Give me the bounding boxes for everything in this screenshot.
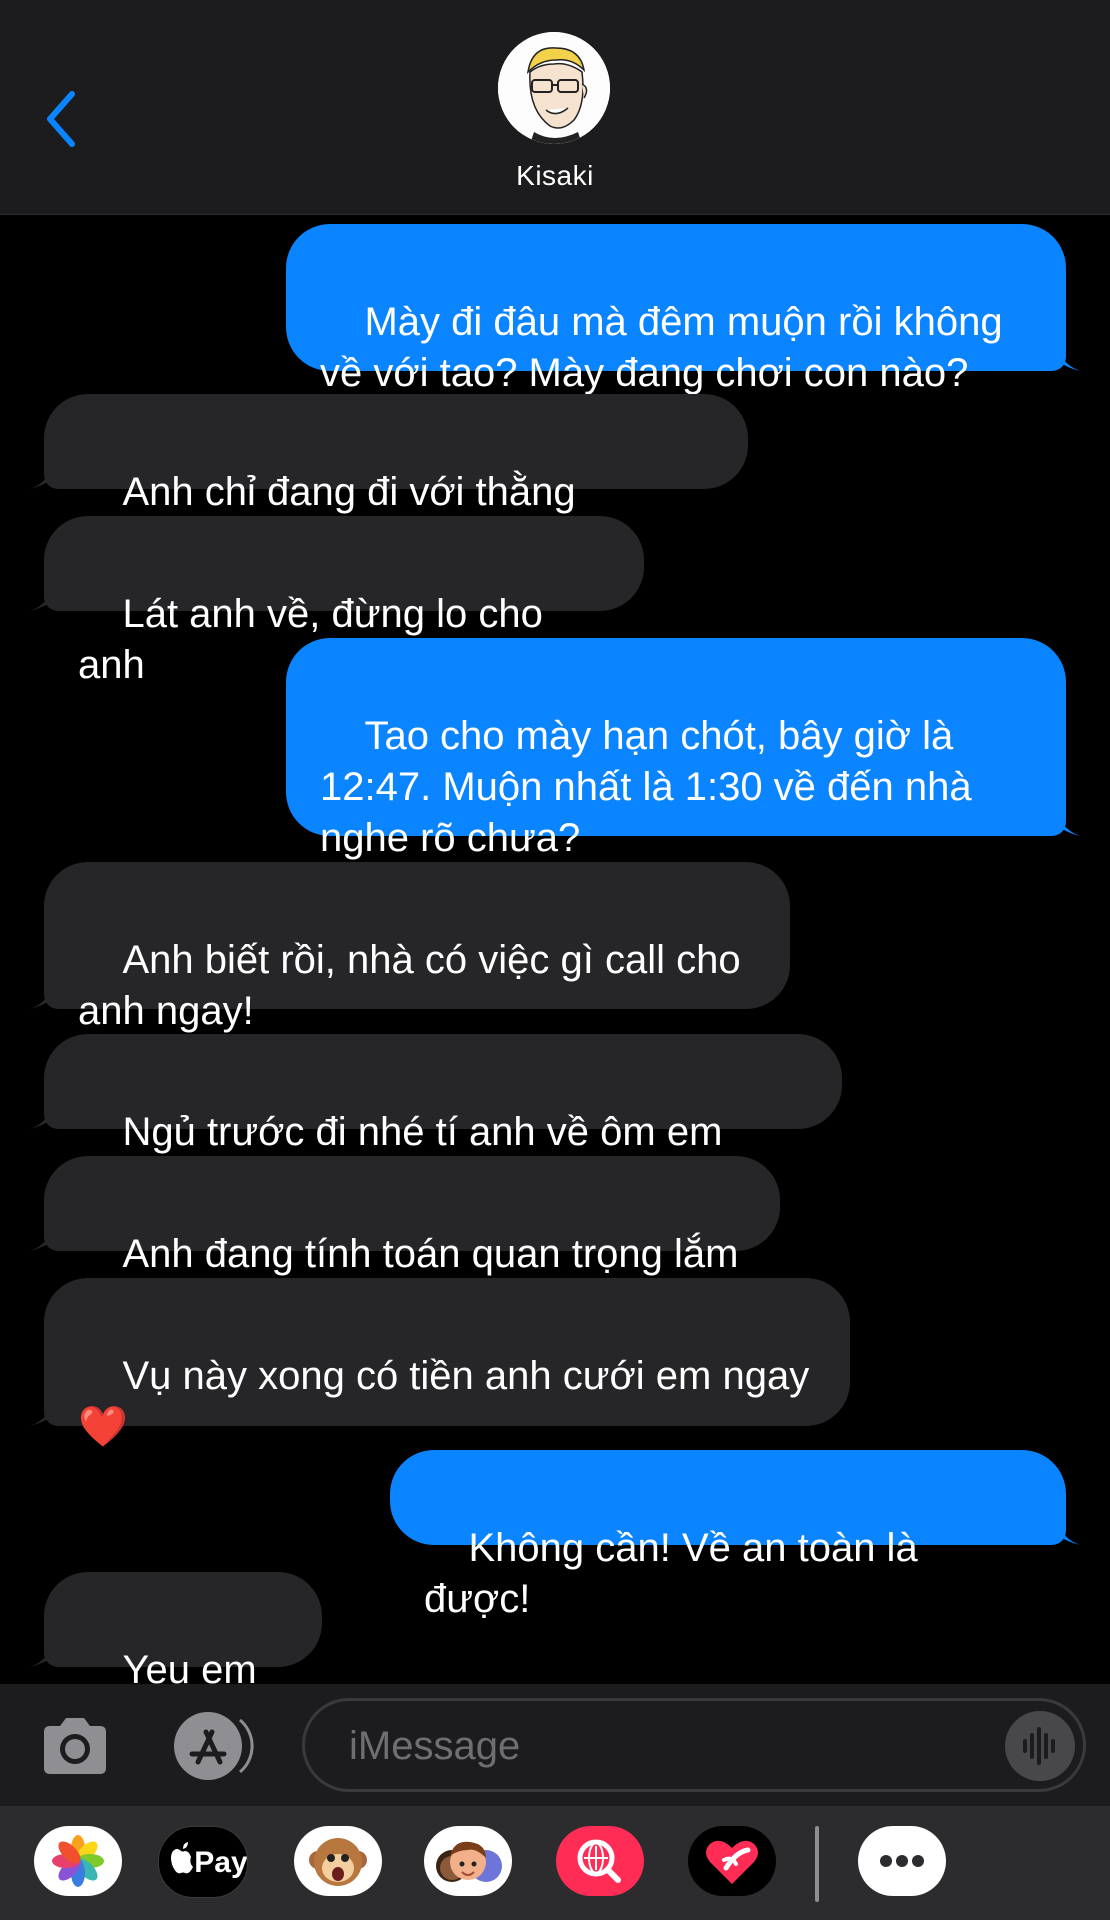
back-chevron-icon[interactable] xyxy=(40,86,84,152)
bubble-tail xyxy=(30,1633,66,1667)
message-bubble-received[interactable]: Anh biết rồi, nhà có việc gì call cho an… xyxy=(30,862,790,1033)
message-bubble-received[interactable]: Anh chỉ đang đi với thằng Hanma xyxy=(30,394,748,565)
message-input[interactable] xyxy=(347,1701,951,1791)
photos-icon xyxy=(52,1835,104,1887)
message-text: Anh đang tính toán quan trọng lắm xyxy=(122,1232,739,1276)
app-drawer: Pay xyxy=(0,1806,1110,1920)
memoji-stickers-button[interactable] xyxy=(424,1826,512,1896)
message-text: Không cần! Về an toàn là được! xyxy=(424,1526,929,1621)
message-bubble-sent[interactable]: Mày đi đâu mà đêm muộn rồi không về với … xyxy=(286,224,1080,395)
image-search-button[interactable] xyxy=(556,1826,644,1896)
message-bubble-received[interactable]: Anh đang tính toán quan trọng lắm xyxy=(30,1156,780,1276)
monkey-memoji-button[interactable] xyxy=(294,1826,382,1896)
memoji-icon xyxy=(436,1841,502,1882)
red-heart-emoji: ❤️ xyxy=(78,1405,128,1449)
waveform-icon xyxy=(1023,1727,1055,1765)
digital-touch-icon xyxy=(706,1840,758,1884)
compose-bar xyxy=(0,1684,1110,1806)
bubble-tail xyxy=(1044,802,1080,836)
monkey-memoji-icon xyxy=(309,1838,367,1886)
apple-pay-button[interactable]: Pay xyxy=(158,1826,248,1898)
message-text: Vụ này xong có tiền anh cưới em ngay xyxy=(122,1354,810,1398)
message-bubble-received[interactable]: Lát anh về, đừng lo cho anh xyxy=(30,516,644,687)
bubble-tail xyxy=(1044,1511,1080,1545)
bubble-tail xyxy=(30,1392,66,1426)
digital-touch-button[interactable] xyxy=(688,1826,776,1896)
bubble-tail xyxy=(30,1217,66,1251)
message-bubble-sent[interactable]: Tao cho mày hạn chót, bây giờ là 12:47. … xyxy=(286,638,1080,860)
bubble-tail xyxy=(1044,337,1080,371)
camera-icon[interactable] xyxy=(40,1714,110,1778)
bubble-tail xyxy=(30,1095,66,1129)
audio-message-button[interactable] xyxy=(1005,1711,1075,1781)
imessage-field[interactable] xyxy=(302,1698,1086,1792)
contact-avatar[interactable] xyxy=(498,32,610,144)
message-bubble-received[interactable]: Ngủ trước đi nhé tí anh về ôm em sau. xyxy=(30,1034,842,1205)
message-text: Tao cho mày hạn chót, bây giờ là 12:47. … xyxy=(320,714,972,860)
app-store-icon[interactable] xyxy=(168,1710,254,1782)
apple-pay-label: Pay xyxy=(194,1846,248,1879)
message-text: Mày đi đâu mà đêm muộn rồi không về với … xyxy=(320,300,1003,395)
message-bubble-received[interactable]: Yeu em ❤️ xyxy=(30,1572,322,1743)
photos-app-button[interactable] xyxy=(34,1826,122,1896)
more-apps-button[interactable] xyxy=(858,1826,946,1896)
drawer-divider xyxy=(815,1826,819,1902)
more-icon xyxy=(880,1855,924,1867)
message-bubble-sent[interactable]: Không cần! Về an toàn là được! xyxy=(390,1450,1080,1621)
bubble-tail xyxy=(30,577,66,611)
bubble-tail xyxy=(30,455,66,489)
conversation-header: Kisaki xyxy=(0,0,1110,215)
avatar-illustration-icon xyxy=(498,32,610,144)
message-bubble-received[interactable]: Vụ này xong có tiền anh cưới em ngay ❤️ xyxy=(30,1278,850,1449)
message-text: Anh biết rồi, nhà có việc gì call cho an… xyxy=(78,938,741,1033)
bubble-tail xyxy=(30,975,66,1009)
contact-name[interactable]: Kisaki xyxy=(0,160,1110,192)
message-thread[interactable]: Mày đi đâu mà đêm muộn rồi không về với … xyxy=(0,214,1110,1743)
image-search-icon xyxy=(577,1839,621,1883)
